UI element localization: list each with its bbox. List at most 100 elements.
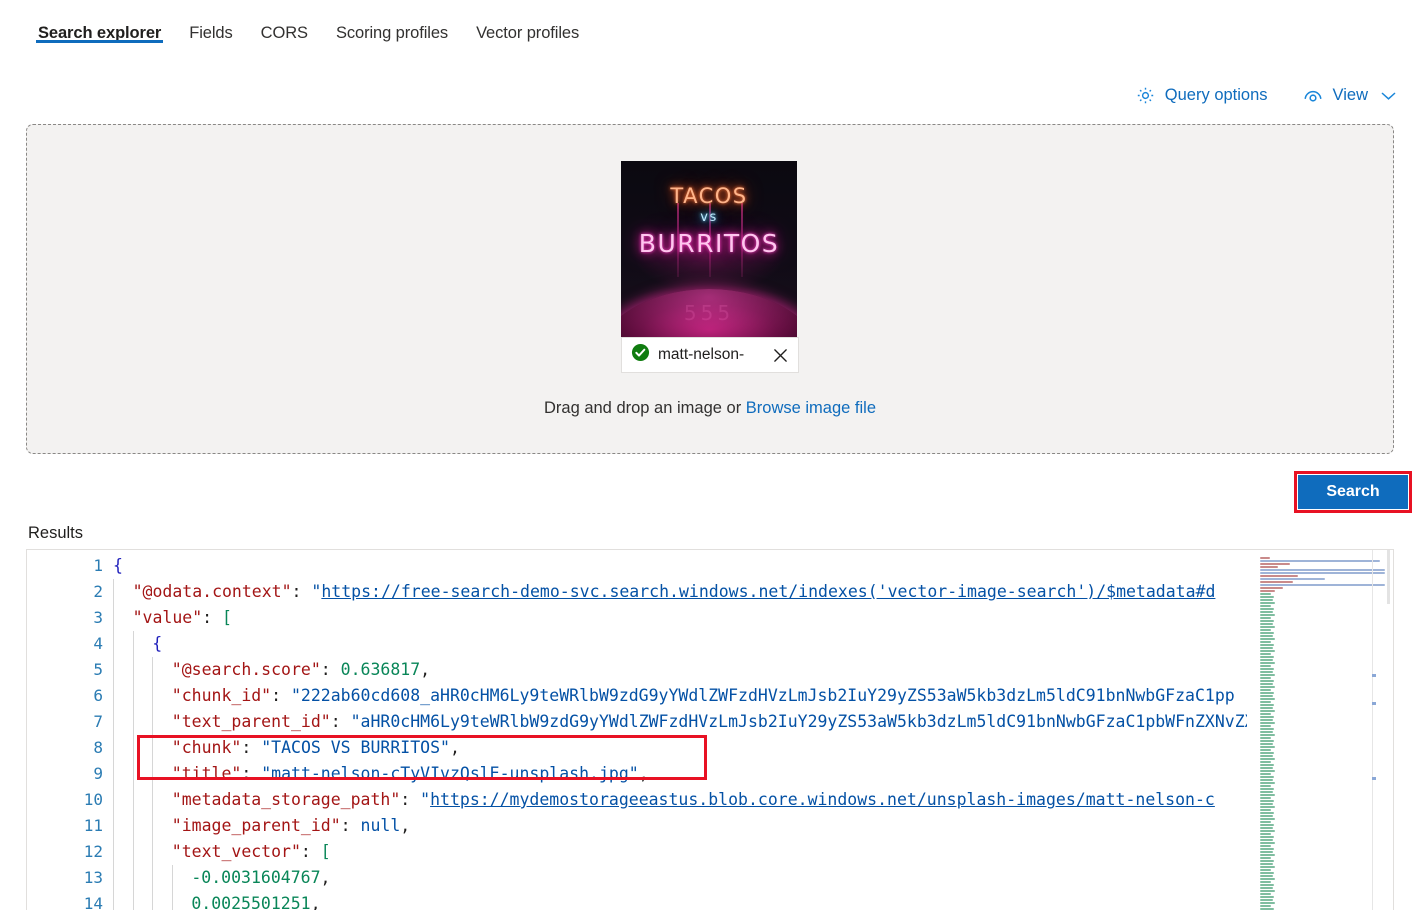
json-line: "title": "matt-nelson-cTyVIvzQslE-unspla… [113,761,1247,787]
minimap-bar [1260,904,1272,907]
minimap-bar [1260,802,1273,805]
minimap-bar [1260,697,1275,700]
indent-guide [132,865,153,891]
uploaded-image-preview: 555 TACOS vs BURRITOS matt-nelson- [621,161,799,373]
minimap-bar [1260,691,1274,694]
line-number: 10 [83,790,103,809]
json-token: "aHR0cHM6Ly9teWRlbW9zdG9yYWdlZWFzdHVzLmJ… [350,712,1247,731]
tab-search-explorer[interactable]: Search explorer [24,0,175,52]
indent-guide [152,891,172,910]
search-button-wrapper: Search [1298,475,1408,509]
editor-minimap[interactable] [1247,550,1393,910]
minimap-bar [1260,778,1273,781]
json-token: { [152,634,163,653]
gear-icon [1135,85,1156,106]
json-token: "title" [171,764,242,783]
minimap-bar [1260,637,1275,640]
minimap-rows [1260,556,1385,910]
view-button[interactable]: View [1300,83,1398,109]
json-token: 0.0025501251 [191,894,311,910]
tab-scoring-profiles[interactable]: Scoring profiles [322,0,462,52]
json-token: "TACOS VS BURRITOS" [261,738,450,757]
tab-vector-profiles[interactable]: Vector profiles [462,0,593,52]
minimap-bar [1260,793,1275,796]
minimap-bar [1260,787,1274,790]
browse-image-file-link[interactable]: Browse image file [746,399,876,417]
minimap-bar [1260,859,1274,862]
json-token: , [400,816,411,835]
indent-guide [152,709,172,735]
minimap-bar [1260,634,1273,637]
minimap-bar [1260,868,1272,871]
minimap-bar [1260,763,1274,766]
minimap-bar [1260,667,1274,670]
minimap-scrollbar[interactable] [1387,550,1390,604]
minimap-bar [1260,727,1274,730]
json-token: , [449,738,460,757]
minimap-bar [1260,682,1273,685]
minimap-bar [1260,724,1272,727]
minimap-bar [1260,715,1274,718]
close-icon[interactable] [768,342,792,368]
line-number: 14 [83,894,103,910]
neon-text-tacos: TACOS [670,184,748,208]
minimap-overflow-mark [1372,777,1376,780]
view-label: View [1332,86,1368,104]
results-json-editor[interactable]: 1 2 3 4 5 6 7 8 9 10 11 12 13 14 {"@odata.context": "… [26,549,1394,910]
json-token: , [310,894,321,910]
json-line: { [113,631,1247,657]
minimap-bar [1260,742,1273,745]
json-token: [ [320,842,331,861]
minimap-bar [1260,754,1273,757]
minimap-bar [1260,568,1385,571]
minimap-bar [1260,700,1272,703]
json-token[interactable]: https://free-search-demo-svc.search.wind… [321,582,1215,601]
indent-guide [132,657,153,683]
minimap-bar [1260,688,1272,691]
json-token[interactable]: https://mydemostorageeastus.blob.core.wi… [430,790,1215,809]
minimap-bar [1260,685,1275,688]
minimap-bar [1260,673,1275,676]
minimap-bar [1260,796,1272,799]
minimap-bar [1260,865,1275,868]
minimap-bar [1260,739,1274,742]
minimap-bar [1260,862,1273,865]
indent-guide [152,865,172,891]
minimap-bar [1260,661,1275,664]
indent-guide [113,709,133,735]
minimap-bar [1260,706,1273,709]
indent-guide [132,735,153,761]
search-button[interactable]: Search [1298,475,1408,509]
query-options-button[interactable]: Query options [1133,82,1270,109]
minimap-bar [1260,622,1273,625]
json-code-area[interactable]: {"@odata.context": "https://free-search-… [113,550,1247,910]
minimap-bar [1260,616,1272,619]
indent-guide [113,761,133,787]
json-line: "text_vector": [ [113,839,1247,865]
minimap-bar [1260,838,1273,841]
json-token: " [311,582,322,601]
json-token: "value" [132,608,203,627]
minimap-bar [1260,574,1298,577]
json-token: : [330,712,351,731]
minimap-bar [1260,898,1273,901]
indent-guide [152,657,172,683]
tab-cors[interactable]: CORS [247,0,322,52]
indent-guide [152,813,172,839]
image-drop-zone[interactable]: 555 TACOS vs BURRITOS matt-nelson- Drag … [26,124,1394,454]
line-number: 3 [93,608,103,627]
json-token: : [271,686,291,705]
minimap-bar [1260,847,1274,850]
minimap-bar [1260,694,1273,697]
tab-fields[interactable]: Fields [175,0,246,52]
minimap-bar [1260,790,1273,793]
minimap-bar [1260,907,1274,910]
minimap-bar [1260,709,1275,712]
minimap-bar [1260,853,1275,856]
json-token: : [300,842,321,861]
minimap-bar [1260,748,1272,751]
minimap-bar [1260,844,1272,847]
indent-guide [113,631,133,657]
minimap-bar [1260,895,1274,898]
minimap-bar [1260,649,1275,652]
